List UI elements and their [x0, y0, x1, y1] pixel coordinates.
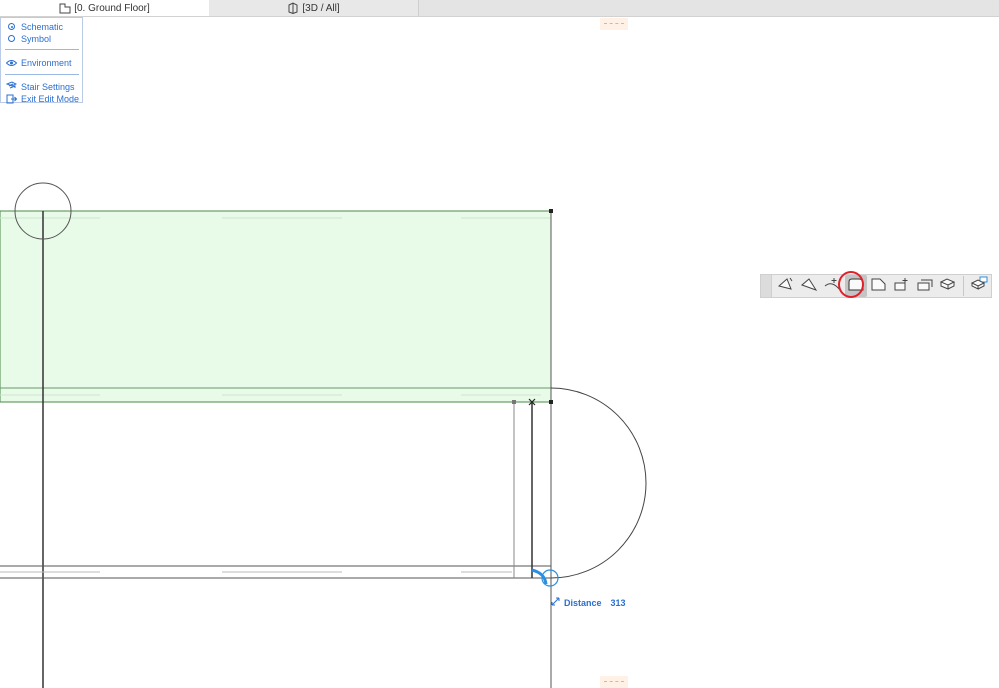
- stair-settings-label: Stair Settings: [21, 81, 75, 92]
- symbol-label: Symbol: [21, 33, 52, 44]
- stair-edit-toolbar: [760, 274, 992, 298]
- landing-edit-icon: [893, 277, 911, 296]
- curved-segment-icon: [824, 277, 842, 296]
- landing-shape-icon: [847, 277, 865, 296]
- landing-offset-button[interactable]: [914, 275, 936, 297]
- stair-settings-icon: [6, 81, 17, 92]
- selected-stair-flight[interactable]: [0, 210, 552, 403]
- corner-node-top[interactable]: [549, 209, 553, 213]
- resize-arrow-icon: [551, 597, 560, 608]
- landing-offset-icon: [916, 277, 934, 296]
- distance-label: Distance: [564, 597, 602, 608]
- panel-divider: [5, 74, 79, 75]
- floor-plan-canvas[interactable]: [0, 0, 999, 688]
- exit-edit-mode-label: Exit Edit Mode: [21, 93, 80, 104]
- stair-edit-panel: Schematic Symbol Environment Stair Setti…: [0, 17, 83, 104]
- schematic-option[interactable]: Schematic: [6, 21, 63, 32]
- corner-node-mid[interactable]: [549, 400, 553, 404]
- landing-arc: [550, 387, 647, 579]
- schematic-label: Schematic: [21, 21, 64, 32]
- curved-segment-button[interactable]: [822, 275, 844, 297]
- landing-shape-button[interactable]: [845, 275, 867, 297]
- landing-corner-button[interactable]: [868, 275, 890, 297]
- turning-segment-button[interactable]: [799, 275, 821, 297]
- landing-corner-icon: [870, 277, 888, 296]
- turning-segment-icon: [801, 277, 819, 296]
- environment-label: Environment: [21, 57, 72, 68]
- straight-segment-button[interactable]: [776, 275, 798, 297]
- distance-readout: Distance 313: [551, 597, 626, 608]
- stair-3d-icon: [939, 277, 957, 296]
- landing-node[interactable]: [512, 400, 516, 404]
- stair-settings-toolbar-button[interactable]: [968, 275, 990, 297]
- stair-settings-button[interactable]: Stair Settings: [6, 81, 75, 92]
- landing-edit-button[interactable]: [891, 275, 913, 297]
- panel-divider: [5, 49, 79, 50]
- exit-icon: [6, 93, 17, 104]
- eye-icon: [6, 57, 17, 68]
- exit-edit-mode-button[interactable]: Exit Edit Mode: [6, 93, 79, 104]
- environment-button[interactable]: Environment: [6, 57, 72, 68]
- toolbar-divider: [963, 276, 964, 296]
- toolbar-grip[interactable]: [761, 275, 772, 297]
- symbol-option[interactable]: Symbol: [6, 33, 51, 44]
- straight-segment-icon: [777, 277, 796, 296]
- distance-value: 313: [610, 597, 626, 608]
- radio-unselected-icon: [6, 33, 17, 44]
- stair-settings-icon: [970, 276, 988, 297]
- stair-3d-button[interactable]: [937, 275, 959, 297]
- radio-selected-icon: [6, 21, 17, 32]
